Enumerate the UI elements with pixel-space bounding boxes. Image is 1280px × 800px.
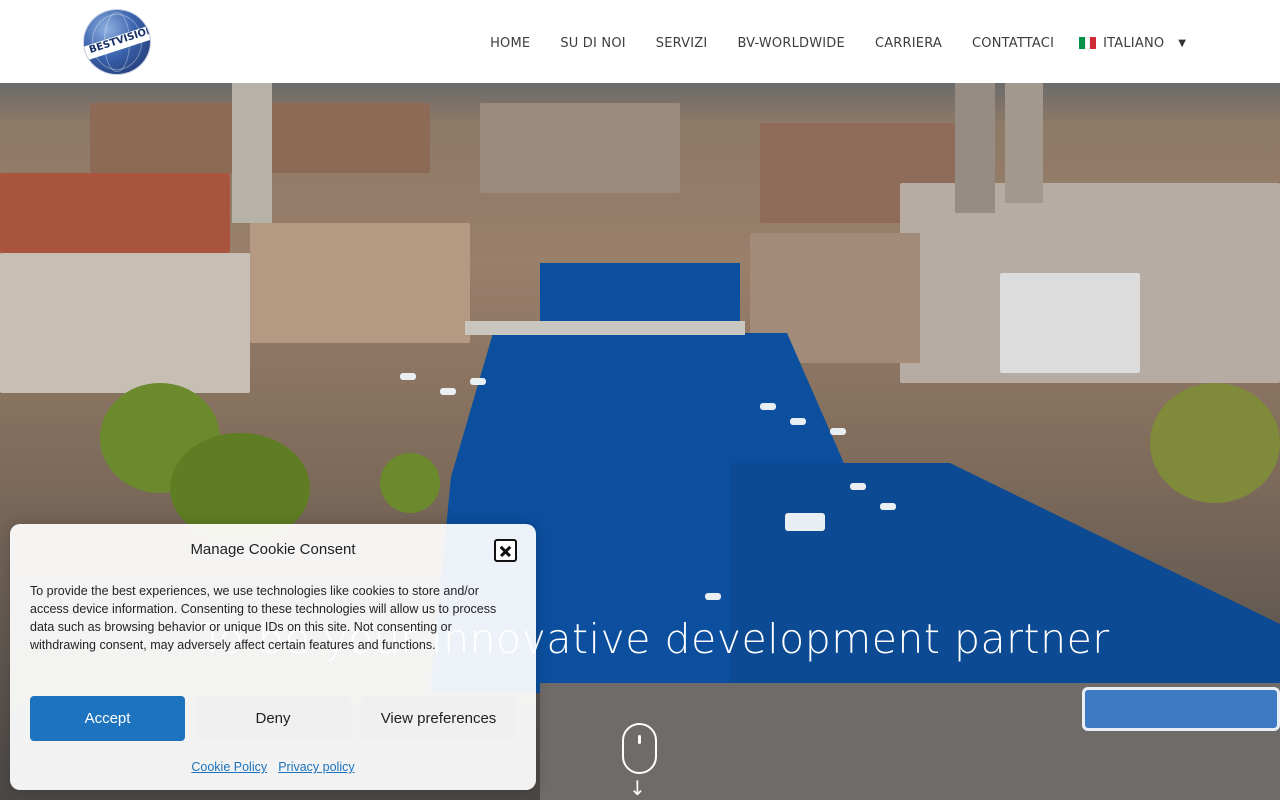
cookie-policy-link[interactable]: Cookie Policy xyxy=(191,760,267,774)
church-tower xyxy=(1005,83,1043,203)
arrow-down-icon[interactable]: ↓ xyxy=(629,776,646,800)
cookie-dialog-title: Manage Cookie Consent xyxy=(190,541,356,558)
city-buildings xyxy=(250,223,470,343)
boat xyxy=(850,483,866,490)
caret-down-icon: ▼ xyxy=(1178,37,1186,49)
language-label: ITALIANO xyxy=(1103,35,1165,51)
italy-flag-icon xyxy=(1079,37,1097,49)
boat xyxy=(830,428,846,435)
boat xyxy=(790,418,806,425)
city-buildings xyxy=(1000,273,1140,373)
boat xyxy=(440,388,456,395)
language-selector[interactable]: ITALIANO ▼ xyxy=(1079,36,1186,51)
tree xyxy=(1150,383,1280,503)
bestvision-logo[interactable]: BESTVISION xyxy=(84,10,150,74)
cookie-consent-dialog: Manage Cookie Consent To provide the bes… xyxy=(10,524,536,790)
tram xyxy=(1082,687,1280,731)
mouse-scroll-icon[interactable] xyxy=(622,723,657,774)
river xyxy=(540,263,740,323)
nav-servizi[interactable]: SERVIZI xyxy=(656,36,708,51)
flag-stripe xyxy=(1090,37,1097,49)
boat xyxy=(785,513,825,531)
nav-contattaci[interactable]: CONTATTACI xyxy=(972,36,1054,51)
city-buildings xyxy=(480,103,680,193)
main-navigation: HOME SU DI NOI SERVIZI BV-WORLDWIDE CARR… xyxy=(490,33,1280,53)
boat xyxy=(880,503,896,510)
nav-home[interactable]: HOME xyxy=(490,36,530,51)
cookie-dialog-text: To provide the best experiences, we use … xyxy=(30,584,497,652)
accept-button[interactable]: Accept xyxy=(30,696,185,741)
boat xyxy=(400,373,416,380)
boat xyxy=(760,403,776,410)
city-roofs xyxy=(0,173,230,253)
view-preferences-button[interactable]: View preferences xyxy=(361,696,516,741)
deny-button[interactable]: Deny xyxy=(195,696,351,741)
nav-carriera[interactable]: CARRIERA xyxy=(875,36,942,51)
site-header: BESTVISION HOME SU DI NOI SERVIZI BV-WOR… xyxy=(0,0,1280,83)
nav-su-di-noi[interactable]: SU DI NOI xyxy=(560,36,625,51)
privacy-policy-link[interactable]: Privacy policy xyxy=(278,760,354,774)
boat xyxy=(470,378,486,385)
tree xyxy=(380,453,440,513)
nav-bv-worldwide[interactable]: BV-WORLDWIDE xyxy=(737,36,845,51)
city-buildings xyxy=(0,253,250,393)
cookie-links: Cookie Policy Privacy policy xyxy=(10,756,536,775)
church-tower xyxy=(955,83,995,213)
close-icon[interactable] xyxy=(494,539,517,562)
church-tower xyxy=(232,83,272,223)
boat xyxy=(705,593,721,600)
bridge xyxy=(465,321,745,335)
